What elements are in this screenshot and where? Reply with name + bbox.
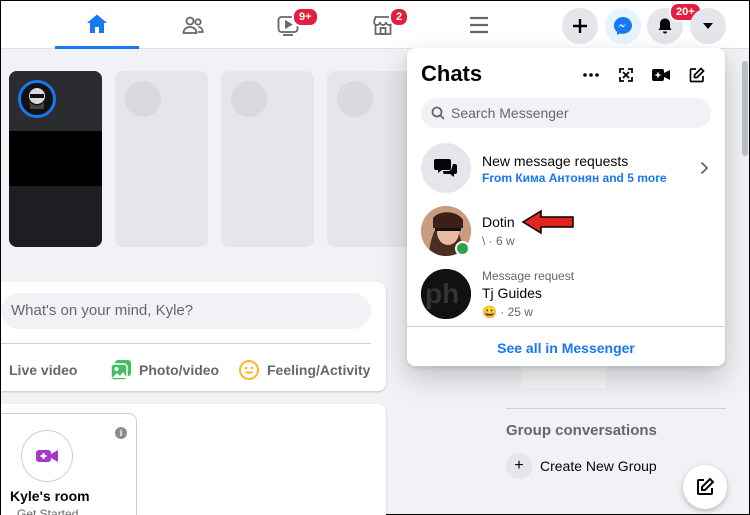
- more-icon: [583, 73, 599, 77]
- online-indicator: [455, 241, 470, 256]
- divider: [506, 408, 726, 409]
- feeling-icon: [238, 359, 260, 381]
- messenger-icon: [614, 17, 632, 35]
- divider: [1, 343, 371, 344]
- message-requests-subtitle: From Кима Антонян and 5 more: [482, 171, 667, 185]
- nav-friends-tab[interactable]: [151, 1, 235, 49]
- plus-icon: [573, 19, 587, 33]
- svg-text:ph: ph: [425, 278, 459, 309]
- scrollbar-thumb[interactable]: [742, 61, 748, 156]
- conversation-row[interactable]: ph Message request Tj Guides 😀 · 25 w: [407, 264, 725, 324]
- feeling-activity-button[interactable]: Feeling/Activity: [238, 352, 370, 388]
- more-options-button[interactable]: [577, 61, 605, 89]
- feeling-activity-label: Feeling/Activity: [267, 362, 371, 378]
- story-placeholder: [221, 71, 314, 247]
- photo-icon: [110, 359, 132, 381]
- room-subtitle: Get Started: [17, 507, 79, 515]
- search-placeholder: Search Messenger: [451, 105, 569, 121]
- home-icon: [87, 14, 107, 33]
- compose-icon: [689, 67, 705, 83]
- chevron-right-icon: [700, 161, 709, 175]
- nav-marketplace-tab[interactable]: 2: [341, 1, 425, 49]
- account-button[interactable]: [690, 8, 726, 44]
- message-requests-icon: [421, 143, 471, 193]
- nav-home-tab[interactable]: [55, 1, 139, 49]
- video-call-button[interactable]: [647, 61, 675, 89]
- message-request-label: Message request: [482, 269, 575, 283]
- new-message-button[interactable]: [683, 465, 727, 509]
- group-conversations-heading: Group conversations: [506, 422, 657, 439]
- expand-button[interactable]: [612, 61, 640, 89]
- room-video-icon: [21, 430, 73, 482]
- menu-icon: [470, 16, 488, 34]
- see-all-in-messenger-link[interactable]: See all in Messenger: [407, 340, 725, 356]
- caret-icon: [703, 23, 713, 29]
- info-icon[interactable]: i: [115, 427, 127, 439]
- story-card[interactable]: [9, 71, 102, 247]
- compose-icon: [697, 477, 715, 495]
- story-placeholder: [115, 71, 208, 247]
- create-group-label: Create New Group: [540, 458, 657, 474]
- live-video-label: Live video: [9, 362, 78, 378]
- new-message-button[interactable]: [683, 61, 711, 89]
- top-navigation: 9+ 2 20+: [1, 1, 749, 49]
- chats-panel: Chats Search Messenger New message reque…: [407, 48, 725, 366]
- conversation-snippet: \ · 6 w: [482, 234, 515, 248]
- live-video-button[interactable]: Live video: [9, 352, 77, 388]
- plus-icon: +: [506, 453, 532, 479]
- photo-video-button[interactable]: Photo/video: [110, 352, 219, 388]
- nav-menu-tab[interactable]: [437, 1, 521, 49]
- search-icon: [431, 106, 445, 120]
- photo-video-label: Photo/video: [139, 362, 220, 378]
- contact-placeholder: [521, 366, 606, 388]
- watch-badge: 9+: [292, 7, 319, 27]
- room-card[interactable]: i Kyle's room Get Started: [1, 413, 137, 515]
- nav-watch-tab[interactable]: 9+: [246, 1, 330, 49]
- marketplace-badge: 2: [389, 7, 410, 27]
- conversation-name: Tj Guides: [482, 285, 542, 301]
- search-messenger-input[interactable]: Search Messenger: [421, 98, 711, 128]
- friends-icon: [182, 16, 204, 34]
- messenger-button[interactable]: [605, 8, 641, 44]
- avatar: ph: [421, 269, 471, 319]
- create-button[interactable]: [562, 8, 598, 44]
- composer-card: What's on your mind, Kyle? Live video Ph…: [1, 282, 386, 391]
- message-requests-title: New message requests: [482, 153, 629, 169]
- arrow-annotation: [521, 209, 574, 235]
- message-requests-row[interactable]: New message requests From Кима Антонян a…: [407, 138, 725, 198]
- story-background: [9, 186, 102, 247]
- conversation-snippet: 😀 · 25 w: [482, 305, 533, 319]
- expand-icon: [619, 68, 633, 82]
- story-background: [9, 131, 102, 186]
- composer-input[interactable]: What's on your mind, Kyle?: [1, 293, 371, 329]
- create-group-button[interactable]: + Create New Group: [506, 453, 657, 479]
- video-call-icon: [652, 69, 670, 81]
- room-title: Kyle's room: [10, 488, 90, 504]
- divider: [407, 326, 725, 327]
- conversation-row[interactable]: Dotin \ · 6 w: [407, 201, 725, 261]
- chats-title: Chats: [421, 61, 483, 86]
- conversation-name: Dotin: [482, 214, 515, 230]
- story-avatar: [18, 80, 56, 118]
